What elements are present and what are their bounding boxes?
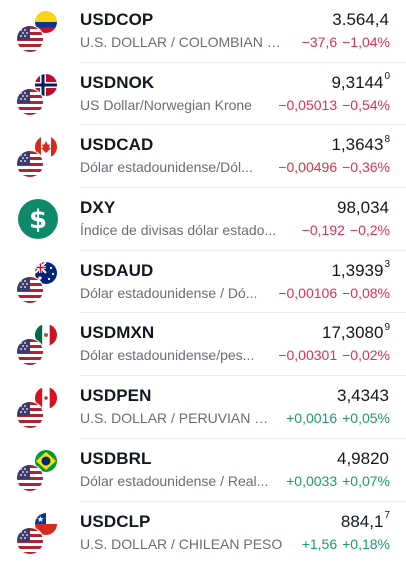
dollar-sign-icon: $ [18,199,58,240]
change-abs: −0,00301 [278,347,338,364]
price: 3,4343 [337,386,389,406]
change: +0,0016 +0,05% [286,410,390,426]
description: U.S. DOLLAR / CHILEAN PESO [80,535,283,552]
change: +1,56 +0,18% [302,536,390,552]
list-item[interactable]: USDCLP U.S. DOLLAR / CHILEAN PESO 884,17… [0,502,406,565]
change: −0,00301 −0,02% [278,347,390,363]
change-abs: +1,56 [301,535,338,552]
change-abs: −0,05013 [278,96,338,113]
change-abs: +0,0016 [286,410,338,427]
list-item[interactable]: USDCOP U.S. DOLLAR / COLOMBIAN P... 3.56… [0,0,406,63]
symbol: USDPEN [80,386,152,406]
price: 4,9820 [337,448,389,468]
symbol: USDMXN [80,323,155,343]
price: 1,39393 [331,259,390,280]
description: Dólar estadounidense/Dól... [80,159,253,176]
watchlist: USDCOP U.S. DOLLAR / COLOMBIAN P... 3.56… [0,0,406,564]
symbol: USDCAD [80,135,154,155]
change: −0,00496 −0,36% [278,159,390,175]
description: Dólar estadounidense / Real... [80,472,269,489]
change-abs: −0,00106 [278,284,338,301]
list-item[interactable]: USDBRL Dólar estadounidense / Real... 4,… [0,439,406,502]
change-abs: −0,00496 [278,159,338,176]
price: 1,36438 [331,133,390,155]
usd-cad-flag-icon [16,136,57,179]
change: −0,192 −0,2% [302,222,390,238]
change-pct: +0,18% [342,535,390,552]
price: 3.564,4 [332,10,389,29]
list-item[interactable]: $ DXY Índice de divisas dólar estado... … [0,188,406,251]
description: Índice de divisas dólar estado... [80,222,277,239]
change-abs: +0,0033 [286,472,338,489]
usd-aud-flag-icon [16,261,57,304]
svg-text:$: $ [29,205,47,235]
list-item[interactable]: USDAUD Dólar estadounidense / Dó... 1,39… [0,251,406,314]
change-pct: −0,08% [342,284,390,301]
change-abs: −0,192 [301,222,345,239]
symbol: USDCOP [80,10,154,29]
description: U.S. DOLLAR / PERUVIAN S... [80,410,275,427]
list-item[interactable]: USDNOK US Dollar/Norwegian Krone 9,31440… [0,63,406,126]
change-abs: −37,6 [301,34,338,50]
price: 9,31440 [331,71,390,92]
price: 884,17 [340,509,390,531]
description: Dólar estadounidense/pes... [80,347,255,364]
symbol: USDNOK [80,72,155,92]
change-pct: −1,04% [342,34,390,50]
list-item[interactable]: USDMXN Dólar estadounidense/pes... 17,30… [0,313,406,377]
change: +0,0033 +0,07% [286,473,390,489]
symbol: DXY [80,198,116,218]
price: 98,034 [337,198,389,218]
usd-nok-flag-icon [16,73,57,116]
change-pct: −0,36% [342,159,390,176]
usd-pen-flag-icon [16,387,57,430]
symbol: USDAUD [80,260,154,280]
description: US Dollar/Norwegian Krone [80,96,252,113]
price: 17,30809 [321,321,390,343]
symbol: USDBRL [80,448,152,468]
change-pct: −0,2% [349,222,390,239]
usd-cop-flag-icon [16,11,57,53]
change: −0,05013 −0,54% [278,97,390,113]
usd-brl-flag-icon [16,449,57,492]
description: Dólar estadounidense / Dó... [80,284,258,301]
list-item[interactable]: USDPEN U.S. DOLLAR / PERUVIAN S... 3,434… [0,376,406,439]
usd-mxn-flag-icon [16,324,57,367]
change-pct: −0,54% [342,96,390,113]
change: −0,00106 −0,08% [278,285,390,301]
change: −37,6 −1,04% [302,34,390,50]
description: U.S. DOLLAR / COLOMBIAN P... [80,34,285,50]
change-pct: +0,05% [342,410,390,427]
change-pct: −0,02% [342,347,390,364]
usd-clp-flag-icon [16,512,57,555]
list-item[interactable]: USDCAD Dólar estadounidense/Dól... 1,364… [0,125,406,189]
symbol: USDCLP [80,511,151,531]
change-pct: +0,07% [342,472,390,489]
